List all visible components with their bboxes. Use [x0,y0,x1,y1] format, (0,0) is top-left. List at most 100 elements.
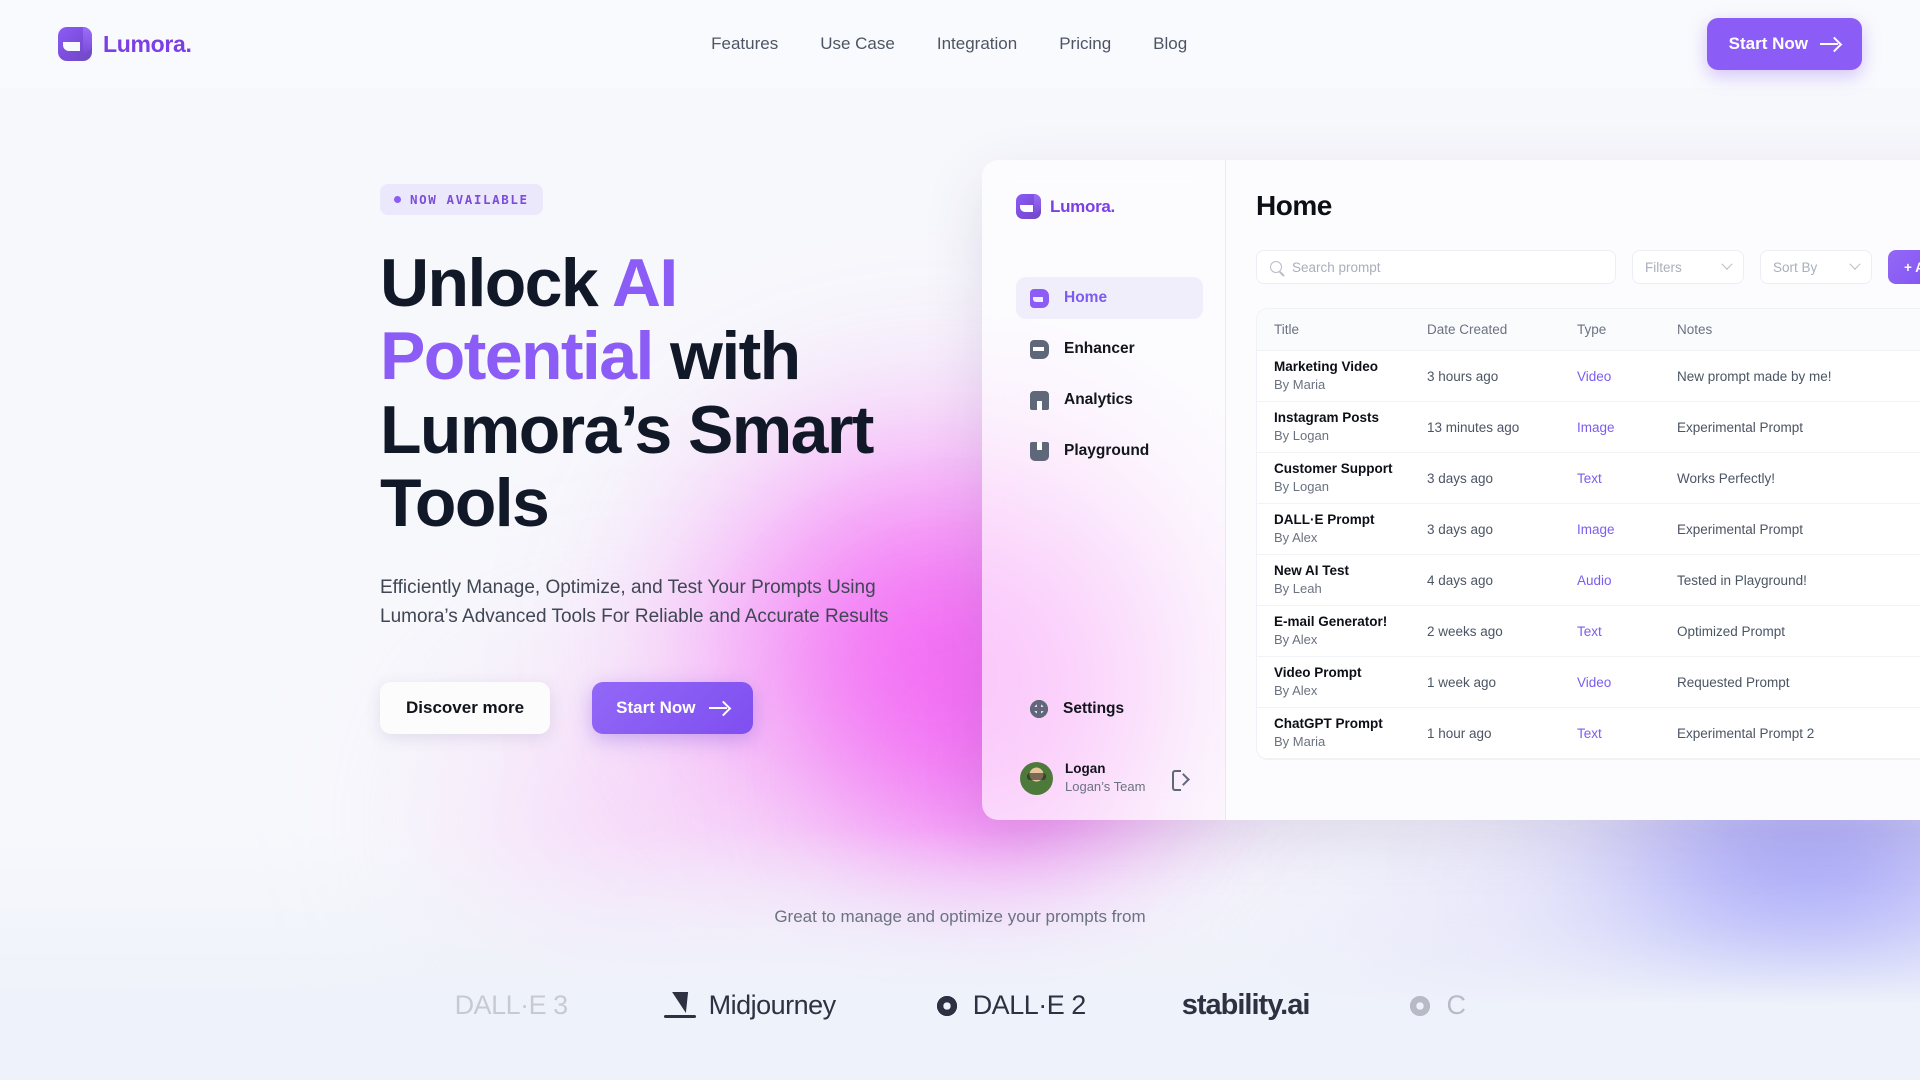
cell-date: 13 minutes ago [1427,419,1520,435]
sidebar-item-playground[interactable]: Playground [1016,430,1203,472]
heading-part-1: Unlock [380,245,612,321]
table-row[interactable]: Customer Support By Logan 3 days ago Text Wo… [1257,453,1920,504]
dashboard-brand-name: Lumora. [1050,196,1115,216]
brand-name: Lumora. [103,30,192,57]
logo-midjourney: Midjourney [663,990,836,1021]
prompt-title: ChatGPT Prompt [1274,715,1383,731]
subtitle-line-1: Efficiently Manage, Optimize, and Test Y… [380,576,876,598]
table-row[interactable]: New AI Test By Leah 4 days ago Audio Tested … [1257,555,1920,606]
arrow-right-icon [709,702,729,714]
sidebar-item-label: Enhancer [1064,340,1135,357]
logo-dalle3: DALL·E 3 [454,990,569,1021]
cell-notes: Requested Prompt [1677,674,1790,690]
partner-logos-caption: Great to manage and optimize your prompt… [774,907,1146,926]
hero-start-now-label: Start Now [616,697,696,717]
page-title: Unlock AI Potential with Lumora’s Smart … [380,245,940,542]
prompt-author: By Leah [1274,581,1322,597]
cell-notes: Experimental Prompt [1677,419,1804,435]
heading-part-5: Tools [380,465,550,542]
prompt-title: E-mail Generator! [1274,613,1388,629]
prompt-author: By Alex [1274,632,1318,648]
sort-by-dropdown[interactable]: Sort By [1760,250,1872,284]
cell-title: ChatGPT Prompt By Maria [1257,715,1427,751]
prompt-title: DALL·E Prompt [1274,511,1375,527]
sidebar-item-settings[interactable]: Settings [1016,700,1203,719]
prompt-author: By Logan [1274,428,1329,444]
nav-item-blog[interactable]: Blog [1153,34,1187,54]
sidebar-item-enhancer[interactable]: Enhancer [1016,328,1203,370]
nav-item-features[interactable]: Features [711,34,778,54]
cell-notes: Works Perfectly! [1677,470,1776,486]
logo-stability: stability.ai [1182,989,1311,1022]
cell-type: Text [1577,725,1602,741]
table-row[interactable]: E-mail Generator! By Alex 2 weeks ago Text O… [1257,606,1920,657]
nav-item-integration[interactable]: Integration [937,34,1017,54]
cell-title: New AI Test By Leah [1257,562,1427,598]
home-icon [1030,288,1049,308]
midjourney-icon [663,992,698,1020]
prompt-title: Marketing Video [1274,358,1379,374]
filters-dropdown[interactable]: Filters [1632,250,1744,284]
cell-title: E-mail Generator! By Alex [1257,613,1427,649]
prompt-title: New AI Test [1274,562,1350,578]
cell-date: 2 weeks ago [1427,623,1503,639]
main-nav: Features Use Case Integration Pricing Bl… [711,34,1187,54]
cell-date: 1 hour ago [1427,725,1492,741]
prompt-author: By Alex [1274,683,1318,699]
cell-title: Marketing Video By Maria [1257,358,1427,394]
nav-item-use-case[interactable]: Use Case [820,34,895,54]
logo-dalle3-label: DALL·E 3 [454,990,569,1020]
add-prompt-button[interactable]: + Add [1888,250,1920,284]
analytics-icon [1030,390,1049,410]
chevron-down-icon [1721,258,1733,270]
partner-logos-section: Great to manage and optimize your prompt… [0,907,1920,1022]
cell-notes: New prompt made by me! [1677,368,1832,384]
search-icon [1270,261,1282,273]
cell-type: Video [1577,674,1612,690]
hero-start-now-button[interactable]: Start Now [592,681,754,734]
prompt-title: Instagram Posts [1274,409,1380,425]
cell-date: 1 week ago [1427,674,1497,690]
logo-chatgpt-label: C [1446,990,1466,1020]
status-badge-label: NOW AVAILABLE [410,192,529,207]
heading-part-3: with [652,318,801,395]
cell-title: Instagram Posts By Logan [1257,409,1427,445]
cell-notes: Experimental Prompt [1677,521,1804,537]
prompt-author: By Maria [1274,377,1326,393]
sidebar-item-analytics[interactable]: Analytics [1016,379,1203,421]
logo[interactable]: Lumora. [58,27,192,61]
table-row[interactable]: ChatGPT Prompt By Maria 1 hour ago Text Expe… [1257,708,1920,759]
filters-label: Filters [1645,259,1682,275]
table-row[interactable]: DALL·E Prompt By Alex 3 days ago Image Exper… [1257,504,1920,555]
dashboard-logo[interactable]: Lumora. [1016,194,1203,219]
prompts-table: Title Date Created Type Notes Marketing … [1256,308,1920,760]
user-name: Logan [1065,761,1106,777]
logout-icon[interactable] [1172,769,1189,791]
prompt-title: Video Prompt [1274,664,1362,680]
prompt-title: Customer Support [1274,460,1393,476]
header-start-now-button[interactable]: Start Now [1706,18,1862,70]
nav-item-pricing[interactable]: Pricing [1059,34,1111,54]
search-input[interactable]: Search prompt [1256,250,1616,284]
prompt-author: By Maria [1274,734,1326,750]
cell-notes: Optimized Prompt [1677,623,1786,639]
playground-icon [1030,441,1049,461]
discover-more-button[interactable]: Discover more [380,681,551,734]
table-row[interactable]: Marketing Video By Maria 3 hours ago Video N… [1257,351,1920,402]
lumora-mark-icon [58,27,92,61]
header-start-now-label: Start Now [1728,34,1808,53]
prompt-author: By Logan [1274,479,1329,495]
logo-dalle2: DALL·E 2 [931,990,1086,1021]
sidebar-item-label: Analytics [1064,391,1133,408]
heading-part-4: Lumora’s Smart [380,391,874,468]
sidebar-item-label: Home [1064,289,1108,306]
user-profile[interactable]: Logan Logan’s Team [1016,760,1203,796]
table-row[interactable]: Instagram Posts By Logan 13 minutes ago Ima… [1257,402,1920,453]
column-header-title: Title [1274,322,1300,337]
table-body: Marketing Video By Maria 3 hours ago Video N… [1257,351,1920,759]
dashboard-main: Home Search prompt Filters Sort By + Add… [1226,160,1920,820]
openai-icon [931,990,962,1021]
column-header-notes: Notes [1677,322,1713,337]
sidebar-item-home[interactable]: Home [1016,277,1203,319]
table-row[interactable]: Video Prompt By Alex 1 week ago Video Reques… [1257,657,1920,708]
